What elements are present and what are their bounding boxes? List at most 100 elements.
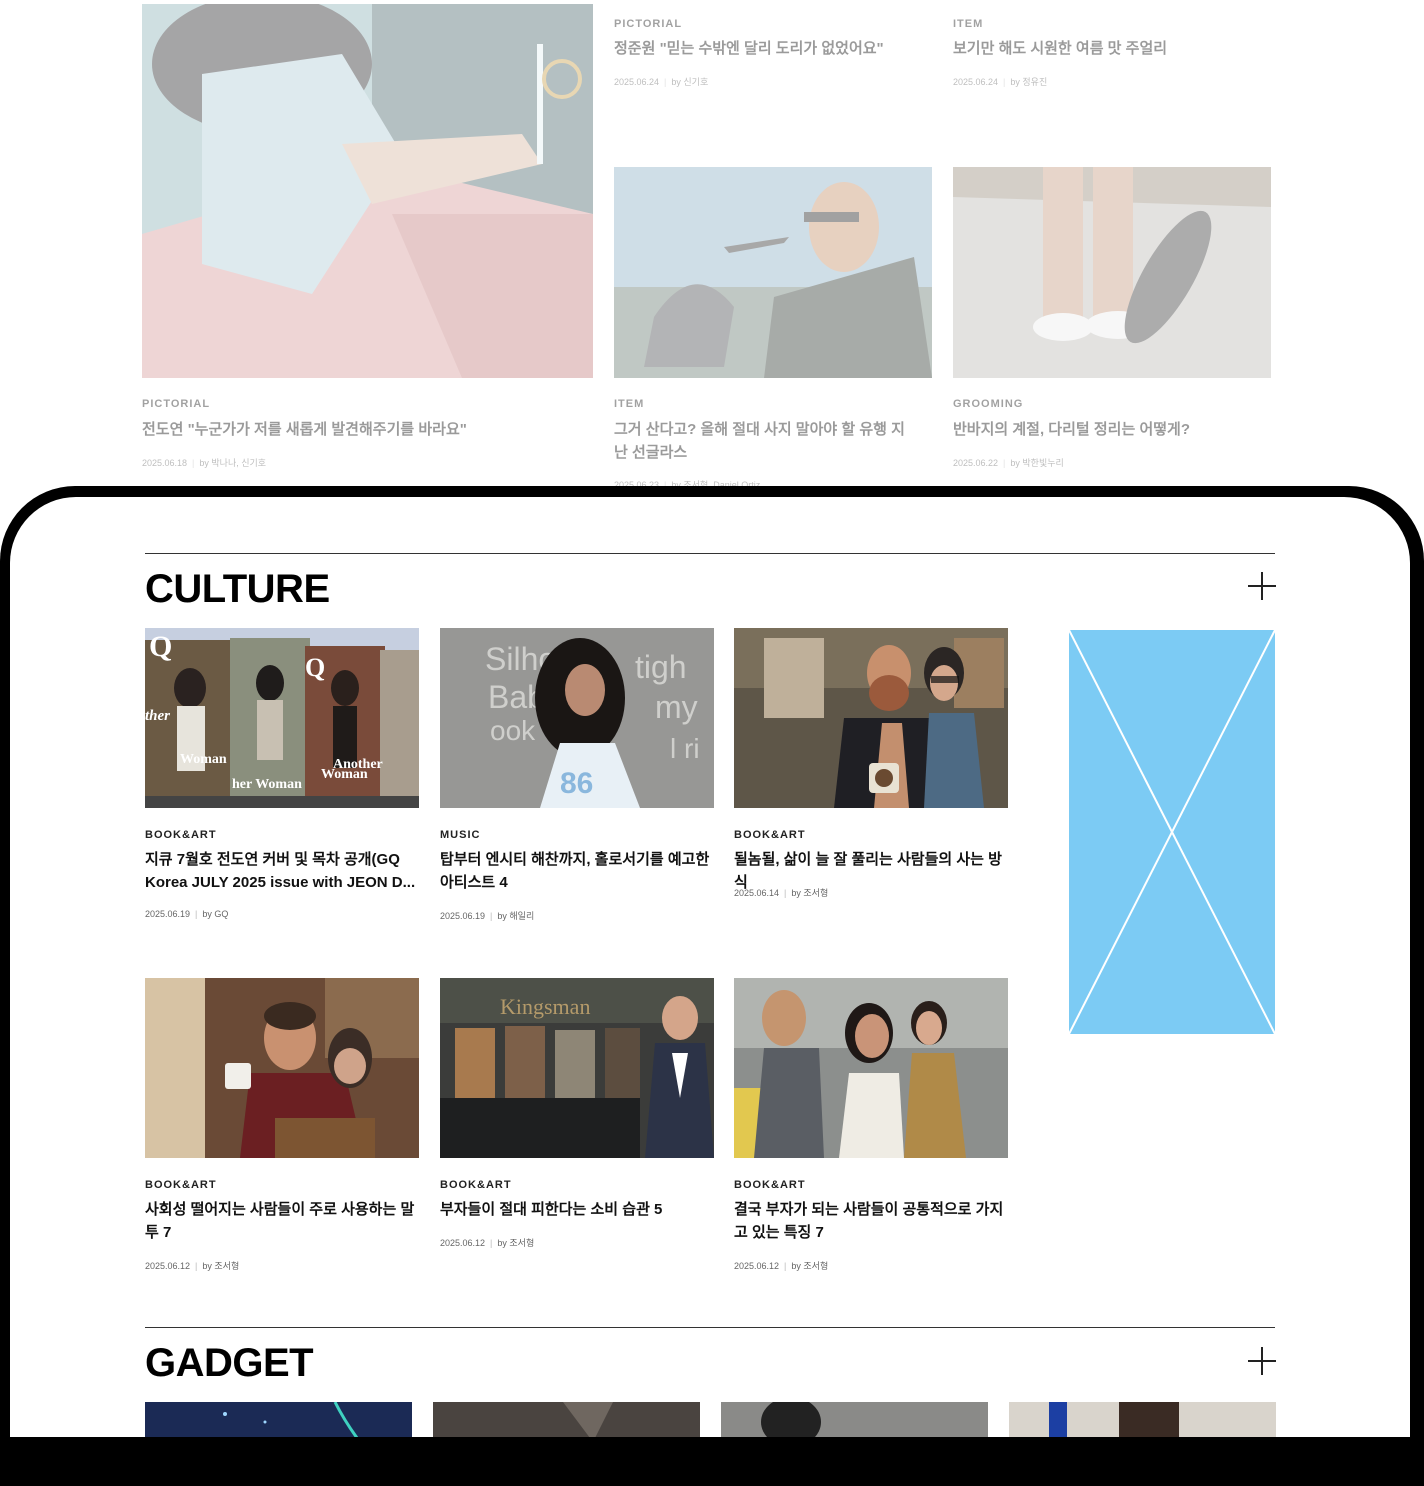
- article-category: PICTORIAL: [142, 398, 211, 410]
- photo-pilot: [614, 167, 932, 378]
- article-title[interactable]: 보기만 해도 시원한 여름 맛 주얼리: [953, 37, 1273, 60]
- article-meta: 2025.06.14 | by 조서형: [734, 886, 828, 899]
- photo-gadget-gray: [721, 1402, 988, 1437]
- meta-separator: |: [195, 1261, 198, 1271]
- plus-icon[interactable]: [1248, 1347, 1276, 1375]
- article-author: by 조서형: [202, 1261, 240, 1271]
- article-category: PICTORIAL: [614, 18, 683, 30]
- meta-separator: |: [490, 911, 493, 921]
- wall-graffiti: l ri: [670, 733, 700, 764]
- previous-section: PICTORIAL 정준원 "믿는 수밖엔 달리 도리가 없었어요" 2025.…: [0, 0, 1424, 500]
- cover-letter: Q: [305, 653, 325, 682]
- article-image-large[interactable]: [142, 4, 593, 378]
- article-category: BOOK&ART: [734, 829, 806, 841]
- article-image[interactable]: [145, 978, 419, 1158]
- article-image[interactable]: [1009, 1402, 1276, 1437]
- article-image[interactable]: [433, 1402, 700, 1437]
- wall-graffiti: tigh: [635, 649, 687, 685]
- shop-sign: Kingsman: [500, 994, 590, 1019]
- article-date: 2025.06.12: [440, 1238, 486, 1248]
- cover-text: Woman: [321, 767, 368, 782]
- article-title[interactable]: 부자들이 절대 피한다는 소비 습관 5: [440, 1198, 716, 1221]
- photo-suit-shop: Kingsman: [440, 978, 714, 1158]
- cover-letter: Q: [149, 630, 172, 663]
- photo-gadget-blue: [145, 1402, 412, 1437]
- article-image[interactable]: Q Q ther Woman her Woman Another Woman: [145, 628, 419, 808]
- article-title[interactable]: 그거 산다고? 올해 절대 사지 말아야 할 유행 지난 선글라스: [614, 418, 914, 464]
- meta-separator: |: [1003, 77, 1006, 87]
- placeholder-cross-icon: [1069, 630, 1275, 1034]
- article-date: 2025.06.24: [614, 77, 660, 87]
- cover-text: her Woman: [232, 777, 302, 792]
- article-date: 2025.06.12: [734, 1261, 780, 1271]
- article-category: GROOMING: [953, 398, 1024, 410]
- article-date: 2025.06.22: [953, 458, 999, 468]
- article-author: by 박한빛누리: [1010, 458, 1064, 468]
- article-meta: 2025.06.19 | by 해일리: [440, 909, 534, 922]
- section-title-gadget: GADGET: [145, 1341, 314, 1385]
- article-meta: 2025.06.24 | by 정유진: [953, 75, 1047, 88]
- article-image[interactable]: [953, 167, 1271, 378]
- ad-placeholder[interactable]: [1069, 630, 1275, 1034]
- section-divider: [145, 1327, 1275, 1328]
- article-category: BOOK&ART: [145, 829, 217, 841]
- article-date: 2025.06.19: [145, 909, 191, 919]
- article-image[interactable]: [145, 1402, 412, 1437]
- article-category: BOOK&ART: [734, 1179, 806, 1191]
- article-title[interactable]: 결국 부자가 되는 사람들이 공통적으로 가지고 있는 특징 7: [734, 1198, 1010, 1244]
- meta-separator: |: [490, 1238, 493, 1248]
- wall-graffiti: my: [655, 689, 698, 725]
- meta-separator: |: [784, 1261, 787, 1271]
- article-meta: 2025.06.18 | by 박나나, 신기호: [142, 456, 266, 469]
- meta-separator: |: [664, 77, 667, 87]
- article-author: by 정유진: [1010, 77, 1048, 87]
- article-image[interactable]: [734, 628, 1008, 808]
- article-image[interactable]: [614, 167, 932, 378]
- meta-separator: |: [192, 458, 195, 468]
- photo-woman-pool: [142, 4, 593, 378]
- article-title[interactable]: 전도연 "누군가가 저를 새롭게 발견해주기를 바라요": [142, 418, 582, 441]
- article-author: by 조서형: [791, 888, 829, 898]
- article-category: ITEM: [953, 18, 984, 30]
- article-meta: 2025.06.22 | by 박한빛누리: [953, 456, 1064, 469]
- article-author: by 박나나, 신기호: [199, 458, 267, 468]
- photo-woman-curly-hair: Silhou tigh Baby my ook l ri 86: [440, 628, 714, 808]
- plus-icon[interactable]: [1248, 572, 1276, 600]
- article-date: 2025.06.18: [142, 458, 188, 468]
- cover-text: ther: [145, 708, 170, 724]
- article-title[interactable]: 반바지의 계절, 다리털 정리는 어떻게?: [953, 418, 1273, 441]
- photo-magazine-covers: Q Q ther Woman her Woman Another Woman: [145, 628, 419, 808]
- article-title[interactable]: 정준원 "믿는 수밖엔 달리 도리가 없었어요": [614, 37, 934, 60]
- article-meta: 2025.06.12 | by 조서형: [145, 1259, 239, 1272]
- article-image[interactable]: Kingsman: [440, 978, 714, 1158]
- article-author: by 조서형: [497, 1238, 535, 1248]
- article-date: 2025.06.19: [440, 911, 486, 921]
- article-image[interactable]: [721, 1402, 988, 1437]
- article-date: 2025.06.24: [953, 77, 999, 87]
- article-meta: 2025.06.19 | by GQ: [145, 909, 228, 919]
- article-meta: 2025.06.24 | by 신기호: [614, 75, 708, 88]
- article-author: by GQ: [202, 909, 229, 919]
- section-divider: [145, 553, 1275, 554]
- cover-text: Woman: [180, 752, 227, 767]
- article-category: ITEM: [614, 398, 645, 410]
- article-image[interactable]: Silhou tigh Baby my ook l ri 86: [440, 628, 714, 808]
- section-title-culture: CULTURE: [145, 567, 330, 611]
- article-title[interactable]: 탑부터 엔시티 해찬까지, 홀로서기를 예고한 아티스트 4: [440, 848, 710, 894]
- photo-couple-coffee: [734, 628, 1008, 808]
- article-meta: 2025.06.12 | by 조서형: [734, 1259, 828, 1272]
- article-category: MUSIC: [440, 829, 481, 841]
- photo-gadget-light: [1009, 1402, 1276, 1437]
- meta-separator: |: [784, 888, 787, 898]
- meta-separator: |: [195, 909, 198, 919]
- article-title[interactable]: 사회성 떨어지는 사람들이 주로 사용하는 말투 7: [145, 1198, 421, 1244]
- jersey-number: 86: [560, 767, 593, 800]
- article-category: BOOK&ART: [145, 1179, 217, 1191]
- photo-two-women-garage: [734, 978, 1008, 1158]
- article-image[interactable]: [734, 978, 1008, 1158]
- article-title[interactable]: 지큐 7월호 전도연 커버 및 목차 공개(GQ Korea JULY 2025…: [145, 848, 421, 894]
- photo-man-mug-dinner: [145, 978, 419, 1158]
- photo-skater-legs: [953, 167, 1271, 378]
- article-author: by 조서형: [791, 1261, 829, 1271]
- article-author: by 신기호: [671, 77, 709, 87]
